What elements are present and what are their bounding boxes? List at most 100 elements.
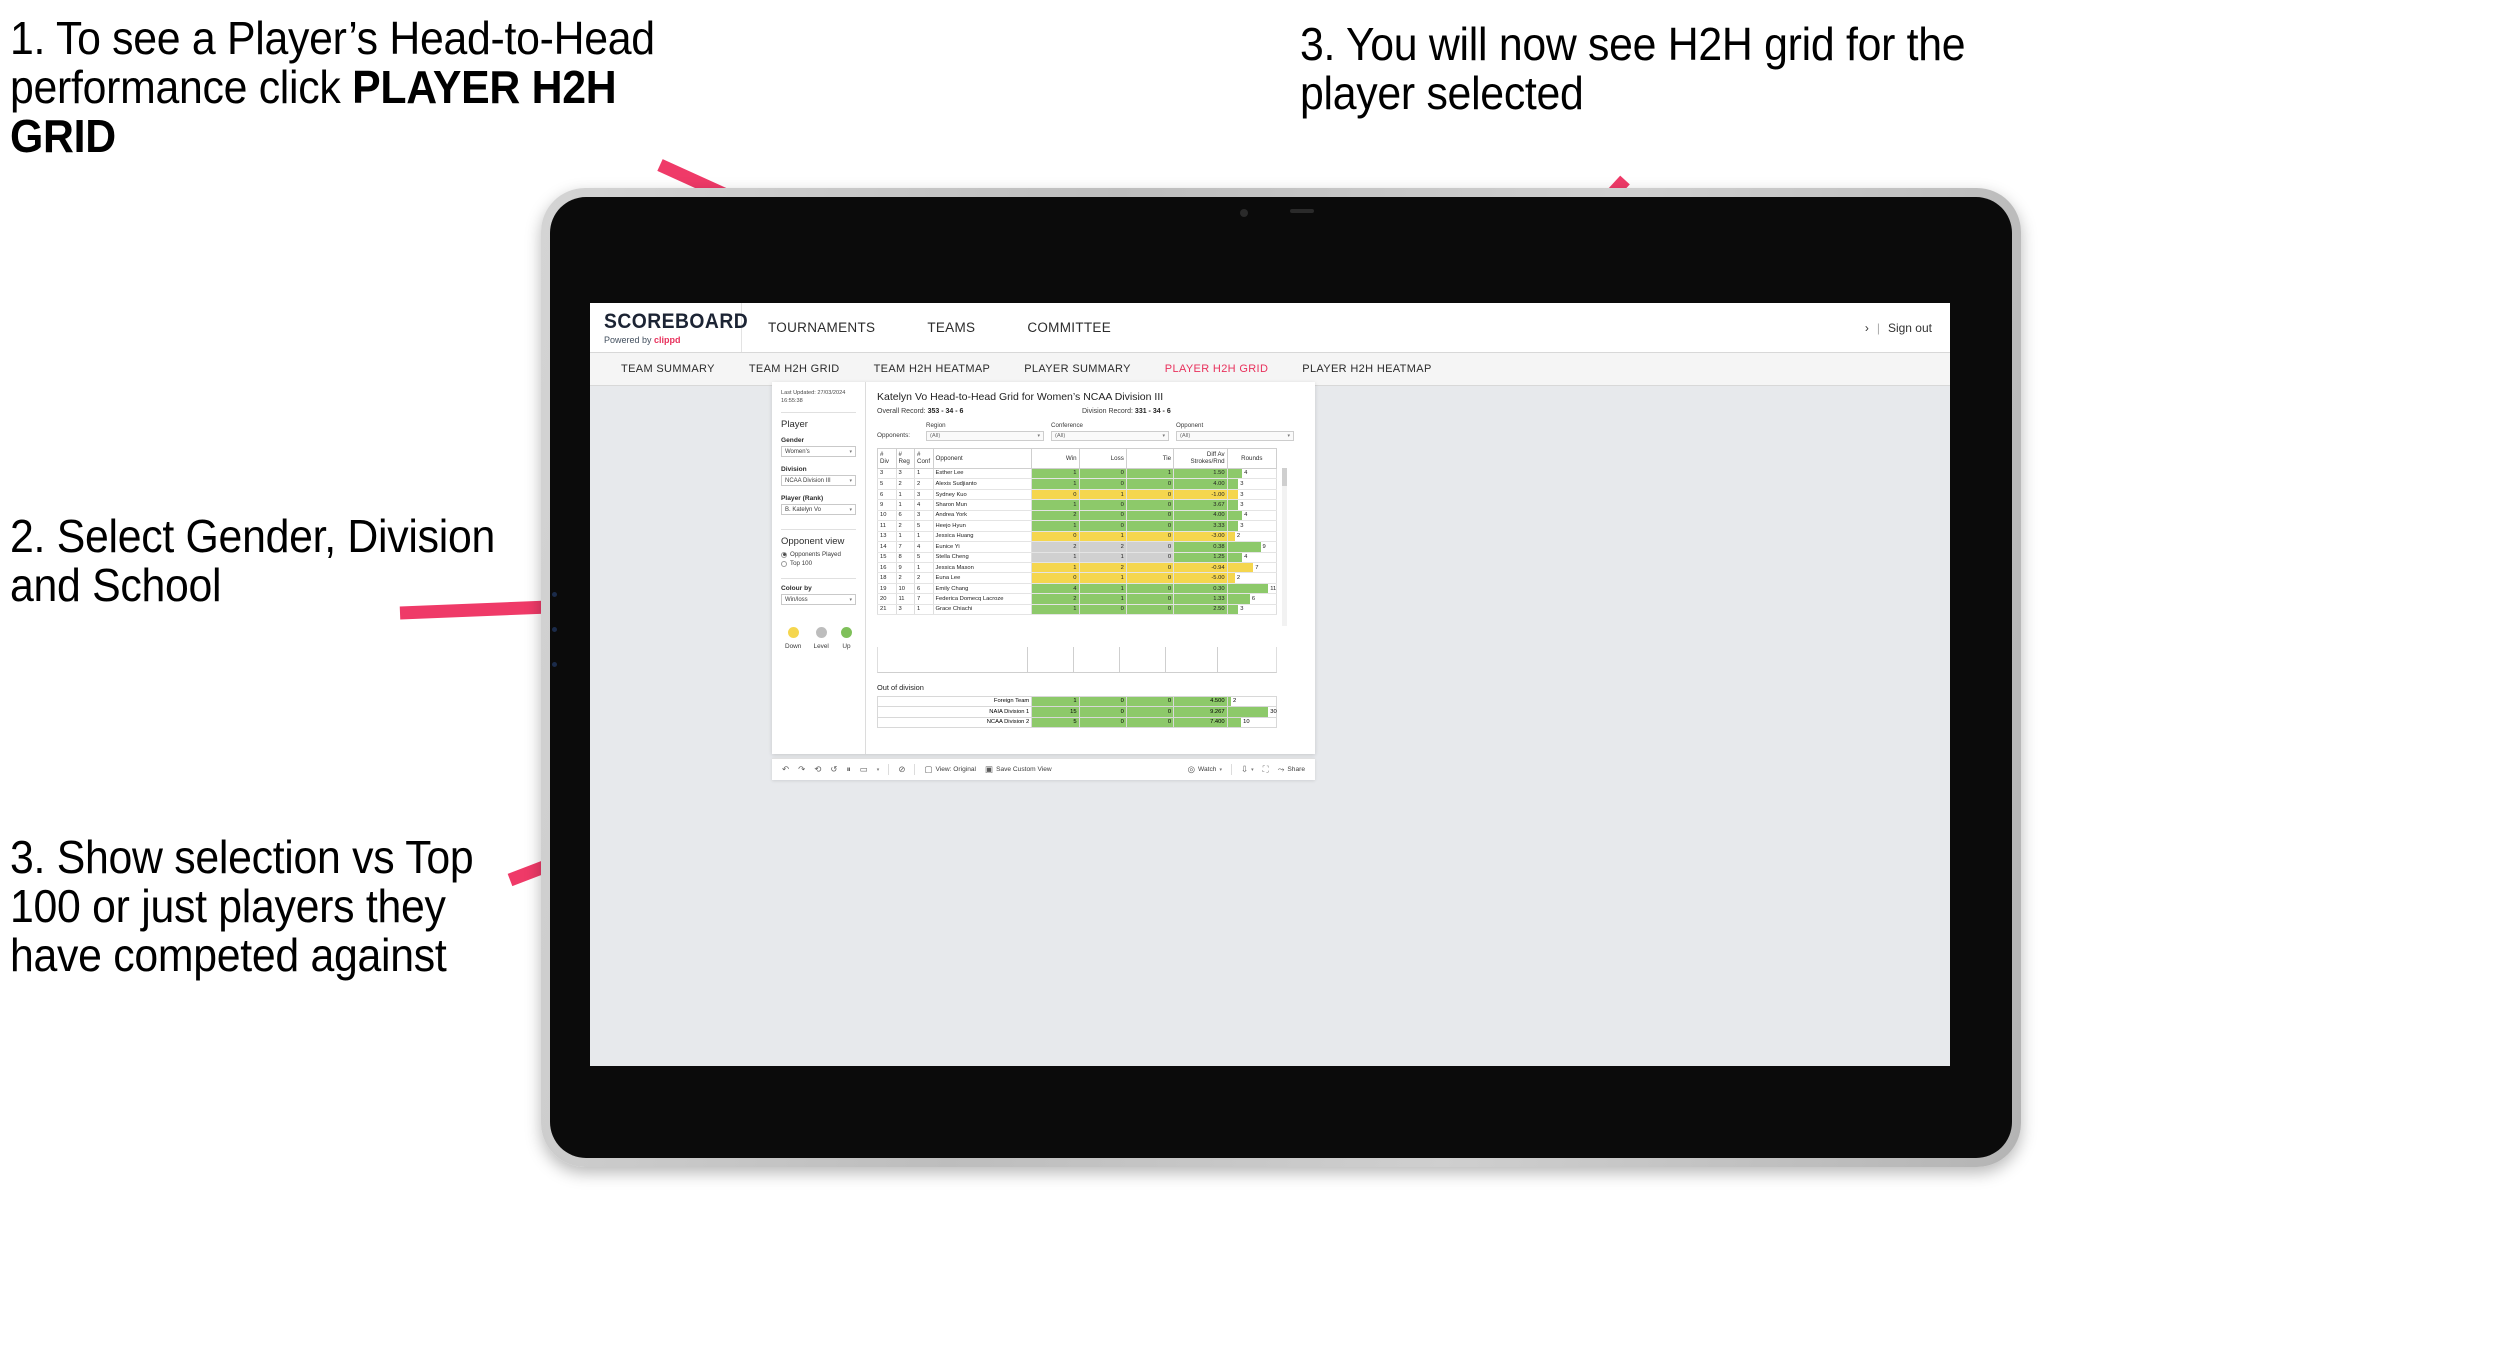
out-of-division-row[interactable]: NCAA Division 2 5 0 0 7.400 10 (876, 716, 1278, 728)
save-custom-view-label: Save Custom View (996, 766, 1052, 773)
share-icon: ⤳ (1277, 764, 1285, 775)
subnav-item-player-summary[interactable]: PLAYER SUMMARY (1007, 363, 1148, 375)
cell-opponent: Federica Domecq Lacroze (932, 593, 1033, 605)
division-select[interactable]: NCAA Division III ▾ (781, 475, 856, 487)
topnav-item-tournaments[interactable]: TOURNAMENTS (742, 303, 901, 352)
chevron-down-icon: ▾ (849, 448, 852, 455)
cell-tie: 0 (1125, 499, 1175, 511)
top-navigation-bar: SCOREBOARD Powered by clippd TOURNAMENTS… (590, 303, 1950, 353)
table-row[interactable]: 9 1 4 Sharon Mun 1 0 0 3.67 3 (877, 499, 1277, 511)
out-of-division-row[interactable]: NAIA Division 1 15 0 0 9.267 30 (876, 706, 1278, 718)
h2h-grid-body-table: 3 3 1 Esther Lee 1 0 1 1.50 4 5 2 2 Alexis Sudjianto… (877, 468, 1277, 616)
overall-record: Overall Record: 353 - 34 - 6 (877, 408, 1082, 415)
table-row[interactable]: 11 2 5 Heejo Hyun 1 0 0 3.33 3 (877, 520, 1277, 532)
chevron-down-icon: ▾ (849, 596, 852, 603)
rounds-value: 3 (1240, 502, 1244, 509)
cell-conf: 1 (914, 562, 934, 574)
table-row[interactable]: 5 2 2 Alexis Sudjianto 1 0 0 4.00 3 (877, 478, 1277, 490)
region-filter-select[interactable]: (All) ▾ (926, 430, 1044, 441)
table-row[interactable]: 10 6 3 Andrea York 2 0 0 4.00 4 (877, 510, 1277, 522)
ood-rounds-bar (1227, 707, 1269, 717)
chevron-right-icon[interactable]: › (1865, 321, 1869, 335)
cell-diff: 0.38 (1173, 541, 1228, 553)
subnav-item-player-h2h-heatmap[interactable]: PLAYER H2H HEATMAP (1285, 363, 1448, 375)
subnav-item-team-h2h-heatmap[interactable]: TEAM H2H HEATMAP (857, 363, 1008, 375)
colour-by-label: Colour by (781, 585, 812, 593)
legend-dot-level-icon (815, 627, 827, 639)
cell-conf: 6 (914, 583, 934, 595)
cell-conf: 2 (914, 572, 934, 584)
watch-button[interactable]: ◎ Watch ▾ (1188, 765, 1222, 774)
gender-select[interactable]: Women's ▾ (781, 446, 856, 458)
brand-logo-block[interactable]: SCOREBOARD Powered by clippd (590, 303, 748, 352)
cell-diff: 1.25 (1173, 552, 1228, 563)
topnav-separator: | (1876, 320, 1880, 335)
legend-item-down: Down (785, 627, 801, 650)
col-header-rounds: Rounds (1226, 447, 1278, 469)
cell-opponent: Alexis Sudjianto (932, 478, 1033, 490)
cell-reg: 3 (895, 468, 915, 480)
table-row[interactable]: 6 1 3 Sydney Kuo 0 1 0 -1.00 3 (877, 489, 1277, 501)
table-row[interactable]: 15 8 5 Stella Cheng 1 1 0 1.25 4 (877, 552, 1277, 563)
table-row[interactable]: 14 7 4 Eunice Yi 2 2 0 0.38 9 (877, 541, 1277, 553)
redo-icon[interactable]: ↷ (798, 765, 805, 774)
player-rank-select[interactable]: B. Katelyn Vo ▾ (781, 504, 856, 516)
cell-loss: 0 (1078, 510, 1127, 522)
radio-top-100[interactable]: Top 100 (781, 560, 856, 567)
cell-diff: 3.33 (1173, 520, 1228, 532)
region-filter-label: Region (926, 422, 946, 429)
chevron-down-icon[interactable]: ▾ (877, 767, 880, 773)
cell-loss: 0 (1078, 468, 1127, 480)
undo-icon[interactable]: ↶ (782, 765, 789, 774)
subnav-item-player-h2h-grid[interactable]: PLAYER H2H GRID (1148, 363, 1285, 375)
cell-ood-tie: 0 (1125, 706, 1175, 718)
cell-loss: 1 (1078, 552, 1127, 563)
cell-reg: 1 (895, 489, 915, 501)
opponent-filter: Opponent (All) ▾ (1176, 422, 1294, 441)
save-custom-view-button[interactable]: ▣ Save Custom View (985, 765, 1052, 774)
watch-icon: ◎ (1187, 764, 1196, 775)
table-row[interactable]: 20 11 7 Federica Domecq Lacroze 2 1 0 1.33 6 (877, 593, 1277, 605)
refresh-icon[interactable]: ↺ (830, 765, 837, 774)
opponent-filter-value: (All) (1180, 432, 1191, 439)
share-button[interactable]: ⤳ Share (1278, 765, 1305, 774)
cell-opponent: Heejo Hyun (932, 520, 1033, 532)
conference-filter-select[interactable]: (All) ▾ (1051, 430, 1169, 441)
table-row[interactable]: 16 9 1 Jessica Mason 1 2 0 -0.94 7 (877, 562, 1277, 574)
cell-ood-name: Foreign Team (876, 695, 1033, 707)
subnav-item-team-h2h-grid[interactable]: TEAM H2H GRID (732, 363, 857, 375)
download-button[interactable]: ⇩ ▾ (1241, 765, 1254, 774)
subnav-item-team-summary[interactable]: TEAM SUMMARY (604, 363, 732, 375)
sign-out-link[interactable]: Sign out (1888, 321, 1932, 335)
opponent-filter-select[interactable]: (All) ▾ (1176, 430, 1294, 441)
colour-by-select[interactable]: Win/loss ▾ (781, 594, 856, 606)
cell-rounds: 3 (1226, 604, 1277, 616)
topnav-item-teams[interactable]: TEAMS (901, 303, 1001, 352)
table-row[interactable]: 19 10 6 Emily Chang 4 1 0 0.30 11 (877, 583, 1277, 595)
h2h-grid-scroll-area[interactable]: 3 3 1 Esther Lee 1 0 1 1.50 4 5 2 2 Alexis Sudjianto… (877, 468, 1277, 647)
out-of-division-row[interactable]: Foreign Team 1 0 0 4.500 2 (876, 695, 1278, 707)
cell-win: 2 (1031, 510, 1080, 522)
table-row[interactable]: 21 3 1 Grace Chiachi 1 0 0 2.50 3 (877, 604, 1277, 616)
cell-diff: 1.50 (1173, 468, 1228, 480)
h2h-grid-blank-footer (877, 646, 1277, 673)
h2h-grid-scrollbar-thumb[interactable] (1282, 467, 1287, 486)
cell-win: 1 (1031, 520, 1080, 532)
h2h-grid-scrollbar[interactable] (1282, 467, 1287, 626)
fullscreen-icon[interactable]: ⛶ (1263, 765, 1269, 774)
overall-record-label: Overall Record: (877, 408, 928, 415)
radio-opponents-played[interactable]: Opponents Played (781, 551, 856, 558)
ood-rounds-value: 10 (1243, 719, 1250, 726)
table-row[interactable]: 18 2 2 Euna Lee 0 1 0 -5.00 2 (877, 572, 1277, 584)
pause-icon[interactable]: ⏸ (847, 765, 851, 774)
radio-opponents-played-label: Opponents Played (790, 551, 841, 559)
alert-icon[interactable]: ⊘ (898, 765, 905, 774)
revert-icon[interactable]: ⟲ (814, 765, 821, 774)
topnav-item-committee[interactable]: COMMITTEE (1001, 303, 1137, 352)
view-original-button[interactable]: ▢ View: Original (924, 765, 976, 774)
table-row[interactable]: 13 1 1 Jessica Huang 0 1 0 -3.00 2 (877, 531, 1277, 543)
rounds-value: 3 (1240, 481, 1244, 488)
side-indicator-1 (552, 592, 557, 597)
shape-dropdown-icon[interactable]: ▭ (860, 765, 868, 774)
table-row[interactable]: 3 3 1 Esther Lee 1 0 1 1.50 4 (877, 468, 1277, 480)
